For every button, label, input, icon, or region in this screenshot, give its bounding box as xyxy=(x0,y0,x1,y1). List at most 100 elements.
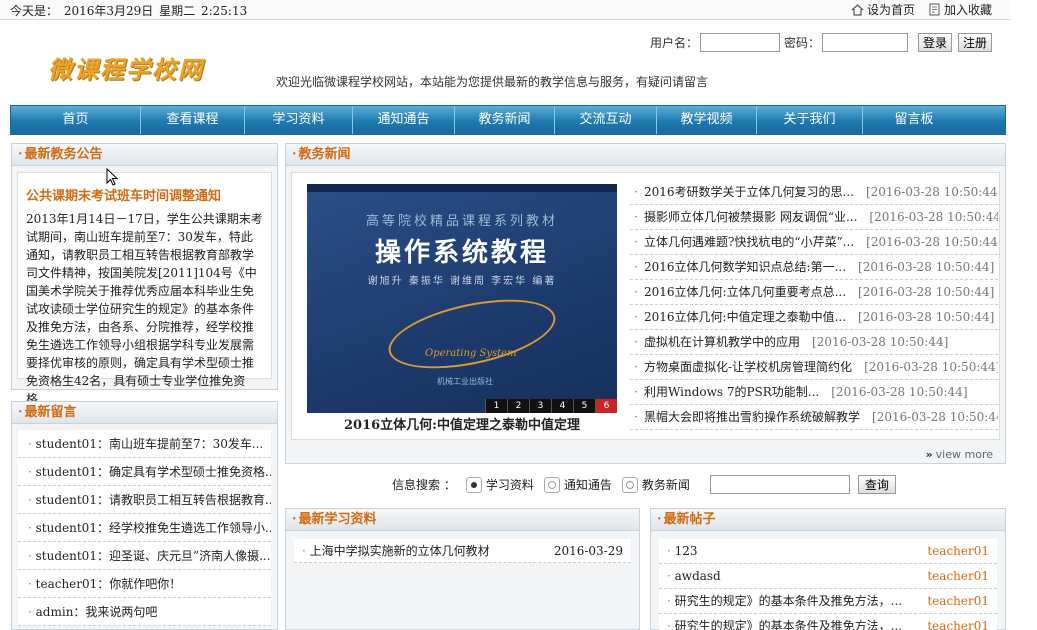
radio-notices[interactable] xyxy=(543,476,560,493)
news-item[interactable]: 立体几何遇难题?快找杭电的“小芹菜”... [2016-03-28 10:50:4… xyxy=(630,230,998,255)
radio-news[interactable] xyxy=(621,476,638,493)
messages-panel: 最新留言 student01：南山班车提前至7：30发车... student0… xyxy=(11,401,278,630)
news-heading: 教务新闻 xyxy=(286,144,1005,166)
message-item[interactable]: student01：迎圣诞、庆元旦”济南人像摄... xyxy=(18,542,271,570)
search-button[interactable]: 查询 xyxy=(857,475,896,494)
news-item[interactable]: 2016立体几何数学知识点总结:第一... [2016-03-28 10:50:4… xyxy=(630,255,998,280)
post-item[interactable]: awdasd teacher01 xyxy=(659,564,997,589)
nav-materials[interactable]: 学习资料 xyxy=(245,106,353,134)
post-item-user: teacher01 xyxy=(927,594,989,608)
nav-about[interactable]: 关于我们 xyxy=(757,106,863,134)
message-item[interactable]: admin：我来说两句吧 xyxy=(18,598,271,626)
double-chevron-icon: » xyxy=(925,448,933,461)
post-item[interactable]: 研究生的规定》的基本条件及推免方法，... teacher01 xyxy=(659,614,997,630)
view-more-link[interactable]: » view more xyxy=(926,448,993,461)
pager-3[interactable]: 3 xyxy=(529,399,551,413)
notice-title[interactable]: 公共课期末考试班车时间调整通知 xyxy=(26,185,263,204)
slideshow-pager: 1 2 3 4 5 6 xyxy=(485,399,617,413)
slideshow-caption[interactable]: 2016立体几何:中值定理之泰勒中值定理 xyxy=(307,414,617,433)
news-item-title: 黑帽大会即将推出雪豹操作系统破解教学 xyxy=(630,405,860,429)
register-button[interactable]: 注册 xyxy=(958,33,993,52)
message-item[interactable]: student01：经学校推免生遴选工作领导小... xyxy=(18,514,271,542)
post-item-user: teacher01 xyxy=(927,544,989,558)
news-item-title: 2016立体几何数学知识点总结:第一... xyxy=(630,255,846,279)
set-home-link[interactable]: 设为首页 xyxy=(851,1,915,18)
login-button[interactable]: 登录 xyxy=(918,33,953,52)
book-title-text: 操作系统教程 xyxy=(374,238,549,268)
news-item-date: [2016-03-28 10:50:44] xyxy=(865,185,998,199)
set-home-label: 设为首页 xyxy=(866,3,915,17)
news-item-title: 方物桌面虚拟化-让学校机房管理简约化 xyxy=(630,355,852,379)
post-item[interactable]: 研究生的规定》的基本条件及推免方法，... teacher01 xyxy=(659,589,997,614)
nav-notices[interactable]: 通知通告 xyxy=(353,106,455,134)
nav-interaction[interactable]: 交流互动 xyxy=(555,106,657,134)
radio-materials-label: 学习资料 xyxy=(485,478,534,492)
book-publisher-text: 机械工业出版社 xyxy=(437,377,493,386)
pager-4[interactable]: 4 xyxy=(551,399,573,413)
pager-2[interactable]: 2 xyxy=(507,399,529,413)
today-weekday: 星期二 xyxy=(159,4,196,18)
bookmark-icon xyxy=(929,3,941,16)
message-item[interactable]: student01：请教职员工相互转告根据教育... xyxy=(18,486,271,514)
news-item[interactable]: 利用Windows 7的PSR功能制... [2016-03-28 10:50:4… xyxy=(630,380,998,405)
news-item[interactable]: 虚拟机在计算机教学中的应用 [2016-03-28 10:50:44] xyxy=(630,330,998,355)
nav-courses[interactable]: 查看课程 xyxy=(141,106,245,134)
post-item-title: 研究生的规定》的基本条件及推免方法，... xyxy=(667,589,902,613)
nav-news[interactable]: 教务新闻 xyxy=(455,106,555,134)
nav-guestbook[interactable]: 留言板 xyxy=(863,106,965,134)
news-item[interactable]: 摄影师立体几何被禁摄影 网友调侃“业... [2016-03-28 10:50:4… xyxy=(630,205,998,230)
posts-heading: 最新帖子 xyxy=(651,509,1005,531)
username-input[interactable] xyxy=(700,33,781,52)
news-item[interactable]: 黑帽大会即将推出雪豹操作系统破解教学 [2016-03-28 10:50:44] xyxy=(630,405,998,430)
study-list: 上海中学拟实施新的立体几何教材 2016-03-29 xyxy=(294,539,631,563)
pager-6[interactable]: 6 xyxy=(595,399,617,413)
info-search: 信息搜索 ： 学习资料 通知通告 教务新闻 查询 xyxy=(392,475,896,494)
top-bar: 今天是： 2016年3月29日 星期二 2:25:13 设为首页 加入收藏 xyxy=(0,0,1010,20)
news-item-date: [2016-03-28 10:50:44] xyxy=(864,360,998,374)
post-item[interactable]: 123 teacher01 xyxy=(659,539,997,564)
radio-news-label: 教务新闻 xyxy=(641,478,690,492)
news-item-date: [2016-03-28 10:50:44] xyxy=(869,210,998,224)
news-item-title: 立体几何遇难题?快找杭电的“小芹菜”... xyxy=(630,230,854,254)
nav-videos[interactable]: 教学视频 xyxy=(657,106,757,134)
news-item-date: [2016-03-28 10:50:44] xyxy=(812,335,949,349)
messages-heading: 最新留言 xyxy=(12,402,277,424)
mouse-cursor-icon xyxy=(106,167,120,191)
pager-1[interactable]: 1 xyxy=(485,399,507,413)
today-time: 2:25:13 xyxy=(200,4,248,18)
messages-list: student01：南山班车提前至7：30发车... student01：确定具… xyxy=(18,430,271,626)
message-item[interactable]: teacher01：你就作吧你！ xyxy=(18,570,271,598)
news-list: 2016考研数学关于立体几何复习的思... [2016-03-28 10:50:4… xyxy=(630,180,998,430)
study-item[interactable]: 上海中学拟实施新的立体几何教材 2016-03-29 xyxy=(294,539,631,563)
search-input[interactable] xyxy=(709,475,850,494)
news-item-date: [2016-03-28 10:50:44] xyxy=(858,310,995,324)
news-slideshow-image[interactable]: 高等院校精品课程系列教材 操作系统教程 谢旭升 秦振华 谢维周 李宏华 编著 O… xyxy=(307,184,617,413)
post-item-title: 123 xyxy=(667,539,698,563)
today-label: 今天是： xyxy=(10,4,59,18)
book-orbit-decoration xyxy=(382,286,562,382)
radio-materials[interactable] xyxy=(465,476,482,493)
news-item[interactable]: 2016立体几何:中值定理之泰勒中值... [2016-03-28 10:50:4… xyxy=(630,305,998,330)
nav-home[interactable]: 首页 xyxy=(11,106,141,134)
add-favorite-link[interactable]: 加入收藏 xyxy=(929,1,992,18)
message-item[interactable]: student01：确定具有学术型硕士推免资格... xyxy=(18,458,271,486)
notice-heading: 最新教务公告 xyxy=(12,144,277,166)
message-item[interactable]: student01：南山班车提前至7：30发车... xyxy=(18,430,271,458)
username-label: 用户名： xyxy=(650,36,699,50)
pager-5[interactable]: 5 xyxy=(573,399,595,413)
news-item[interactable]: 2016考研数学关于立体几何复习的思... [2016-03-28 10:50:4… xyxy=(630,180,998,205)
view-more-label: view more xyxy=(935,448,993,461)
news-item[interactable]: 方物桌面虚拟化-让学校机房管理简约化 [2016-03-28 10:50:44] xyxy=(630,355,998,380)
news-item-title: 摄影师立体几何被禁摄影 网友调侃“业... xyxy=(630,205,857,229)
home-icon xyxy=(851,3,864,16)
site-logo[interactable]: 微课程学校网 xyxy=(48,50,204,85)
main-nav: 首页 查看课程 学习资料 通知通告 教务新闻 交流互动 教学视频 关于我们 留言… xyxy=(10,105,1006,135)
news-item-title: 2016考研数学关于立体几何复习的思... xyxy=(630,180,854,204)
news-item-title: 利用Windows 7的PSR功能制... xyxy=(630,380,819,404)
study-heading: 最新学习资料 xyxy=(286,509,639,531)
password-input[interactable] xyxy=(822,33,909,52)
today-display: 今天是： 2016年3月29日 星期二 2:25:13 xyxy=(8,2,247,19)
search-label: 信息搜索 ： xyxy=(392,478,456,492)
news-item[interactable]: 2016立体几何:立体几何重要考点总... [2016-03-28 10:50:4… xyxy=(630,280,998,305)
news-item-date: [2016-03-28 10:50:44] xyxy=(831,385,968,399)
